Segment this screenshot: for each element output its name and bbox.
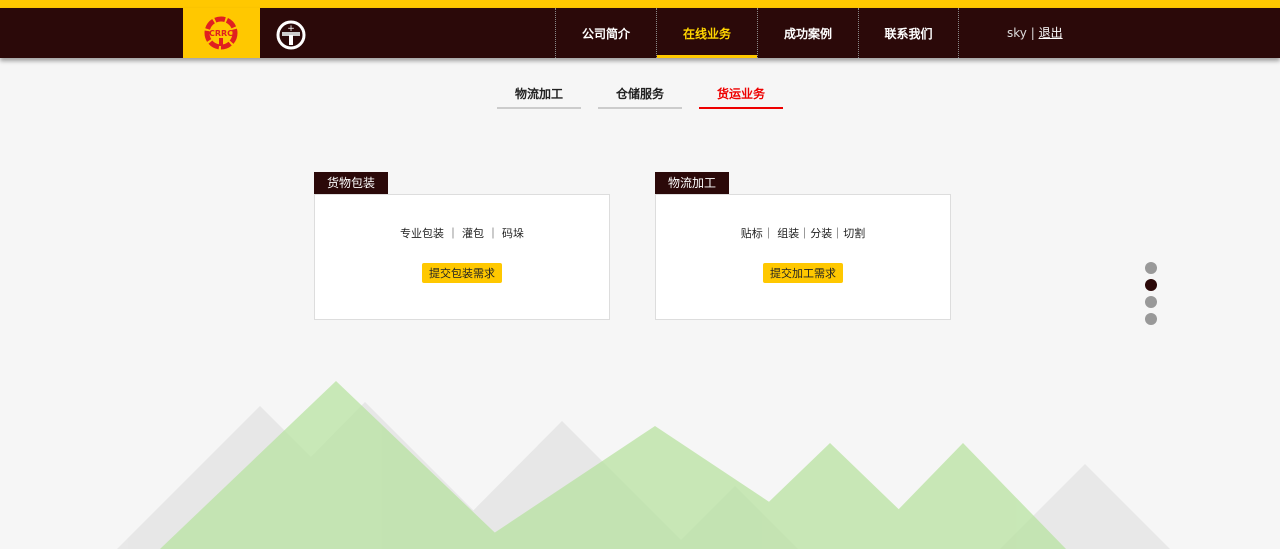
card-tab-processing: 物流加工 (655, 172, 729, 194)
logout-link[interactable]: 退出 (1039, 26, 1063, 40)
sub-tabs: 物流加工 仓储服务 货运业务 (497, 85, 783, 109)
nav-success-cases[interactable]: 成功案例 (757, 8, 858, 58)
railway-logo-icon[interactable]: + (276, 20, 306, 54)
page-dots (1145, 262, 1157, 330)
header: CRRC + 公司简介 在线业务 成功案例 联系我们 sky | 退出 (0, 8, 1280, 58)
tab-freight[interactable]: 货运业务 (699, 85, 783, 109)
nav-online-business[interactable]: 在线业务 (656, 8, 757, 58)
page-dot-4[interactable] (1145, 313, 1157, 325)
nav-contact-us[interactable]: 联系我们 (858, 8, 959, 58)
card-packaging: 专业包装 ｜ 灌包 ｜ 码垛 提交包装需求 (314, 194, 610, 320)
tab-logistics-processing[interactable]: 物流加工 (497, 85, 581, 109)
user-area: sky | 退出 (1007, 24, 1063, 41)
service-items: 贴标｜ 组装｜分装｜切割 (740, 227, 866, 240)
card-tab-packaging: 货物包装 (314, 172, 388, 194)
svg-text:CRRC: CRRC (209, 29, 233, 38)
svg-text:+: + (287, 24, 295, 34)
top-accent-bar (0, 0, 1280, 8)
main-nav: 公司简介 在线业务 成功案例 联系我们 (555, 8, 959, 58)
submit-processing-button[interactable]: 提交加工需求 (763, 263, 843, 283)
page-dot-3[interactable] (1145, 296, 1157, 308)
separator: | (1030, 26, 1035, 40)
nav-company-intro[interactable]: 公司简介 (555, 8, 656, 58)
service-items: 专业包装 ｜ 灌包 ｜ 码垛 (400, 227, 524, 240)
page-dot-1[interactable] (1145, 262, 1157, 274)
mountains-decoration (117, 381, 1170, 549)
crrc-logo[interactable]: CRRC (183, 8, 260, 58)
page-dot-2[interactable] (1145, 279, 1157, 291)
card-processing: 贴标｜ 组装｜分装｜切割 提交加工需求 (655, 194, 951, 320)
username: sky (1007, 26, 1027, 40)
tab-warehousing[interactable]: 仓储服务 (598, 85, 682, 109)
submit-packaging-button[interactable]: 提交包装需求 (422, 263, 502, 283)
